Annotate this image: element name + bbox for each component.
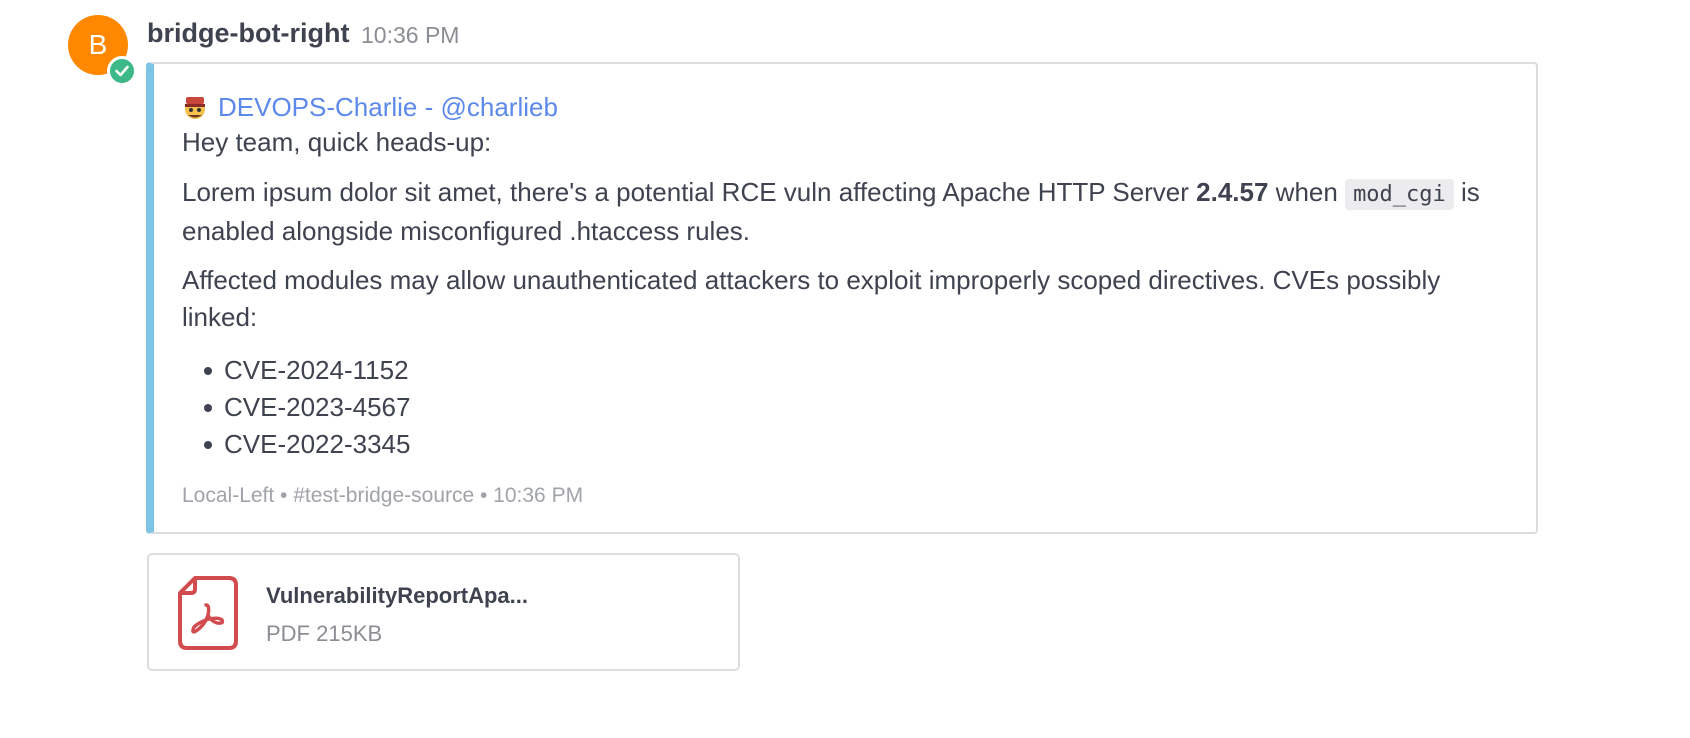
message-attachment: DEVOPS-Charlie - @charlieb Hey team, qui… (146, 62, 1538, 534)
attachment-paragraph-1: Lorem ipsum dolor sit amet, there's a po… (182, 177, 1480, 246)
username[interactable]: bridge-bot-right (147, 18, 349, 49)
file-attachment-card[interactable]: VulnerabilityReportApa... PDF 215KB (147, 553, 740, 671)
attachment-author-link[interactable]: DEVOPS-Charlie - @charlieb (218, 92, 558, 123)
bandit-emoji-icon (185, 97, 205, 119)
post-timestamp[interactable]: 10:36 PM (361, 22, 459, 49)
attachment-greeting: Hey team, quick heads-up: (182, 127, 492, 157)
file-name[interactable]: VulnerabilityReportApa... (266, 583, 528, 609)
version-number: 2.4.57 (1196, 177, 1269, 207)
list-item: CVE-2023-4567 (194, 389, 410, 426)
attachment-footer: Local-Left • #test-bridge-source • 10:36… (182, 484, 584, 507)
list-item: CVE-2022-3345 (194, 426, 410, 463)
cve-list: CVE-2024-1152 CVE-2023-4567 CVE-2022-334… (194, 352, 410, 463)
attachment-paragraph-2: Affected modules may allow unauthenticat… (182, 265, 1441, 332)
message-post: B bridge-bot-right 10:36 PM DEVOPS-Charl… (0, 0, 1690, 738)
attachment-author: DEVOPS-Charlie - @charlieb (182, 92, 558, 122)
file-meta: PDF 215KB (266, 621, 383, 646)
pdf-file-icon (178, 576, 238, 650)
verified-check-icon (107, 56, 137, 86)
inline-code: mod_cgi (1345, 179, 1454, 210)
list-item: CVE-2024-1152 (194, 352, 410, 389)
